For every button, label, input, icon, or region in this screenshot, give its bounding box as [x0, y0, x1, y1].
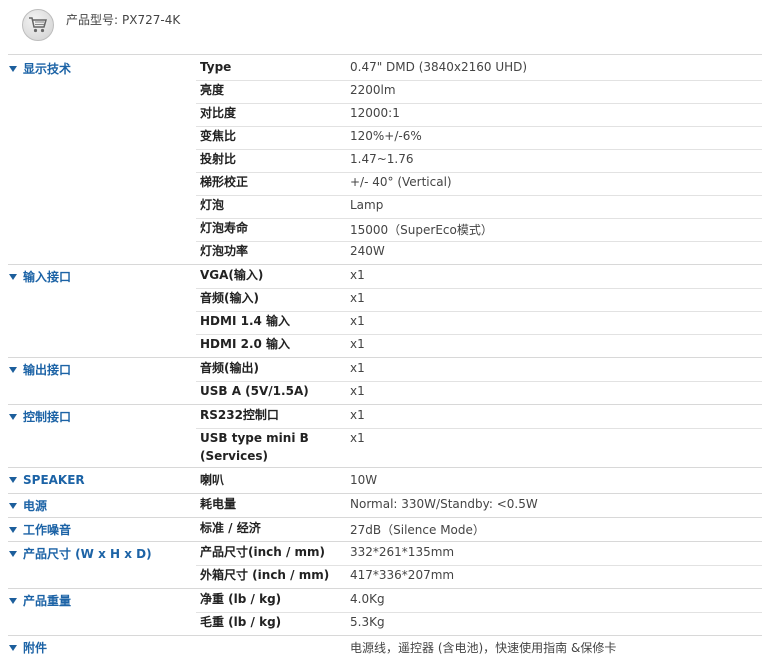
collapse-triangle-icon: [9, 413, 17, 420]
spec-value: x1: [350, 291, 365, 305]
category-name: 控制接口: [23, 410, 72, 424]
category-divider: [8, 357, 762, 358]
category-divider: [8, 493, 762, 494]
category-name: 电源: [23, 499, 48, 513]
collapse-triangle-icon: [9, 366, 17, 373]
category-9[interactable]: 附件: [8, 639, 47, 656]
collapse-triangle-icon: [9, 477, 17, 483]
spec-value: x1: [350, 431, 365, 445]
spec-value: x1: [350, 361, 365, 375]
spec-label: 亮度: [200, 83, 225, 97]
category-divider: [8, 588, 762, 589]
spec-label: 音频(输出): [200, 361, 259, 375]
category-name: 产品重量: [23, 594, 72, 608]
spec-value: +/- 40° (Vertical): [350, 175, 452, 189]
spec-value: x1: [350, 384, 365, 398]
spec-label: 喇叭: [200, 473, 225, 487]
spec-label: 标准 / 经济: [200, 521, 261, 535]
category-3[interactable]: 控制接口: [8, 408, 71, 425]
spec-label: 梯形校正: [200, 175, 249, 189]
spec-value: 1.47~1.76: [350, 152, 414, 166]
collapse-triangle-icon: [9, 526, 17, 533]
category-name: 显示技术: [23, 62, 72, 76]
category-divider: [8, 264, 762, 265]
spec-label: 灯泡寿命: [200, 221, 249, 235]
product-model: 产品型号: PX727-4K: [66, 11, 180, 28]
category-name: SPEAKER: [23, 473, 85, 487]
spec-value: 417*336*207mm: [350, 568, 455, 582]
spec-value: 5.3Kg: [350, 615, 385, 629]
spec-label: 变焦比: [200, 129, 237, 143]
spec-label: 投射比: [200, 152, 237, 166]
category-divider: [8, 635, 762, 636]
category-1[interactable]: 输入接口: [8, 268, 71, 285]
spec-label: VGA(输入): [200, 268, 264, 282]
spec-value: 2200lm: [350, 83, 396, 97]
spec-value: 10W: [350, 473, 378, 487]
spec-value: Normal: 330W/Standby: <0.5W: [350, 497, 538, 511]
shopping-cart-icon: [22, 9, 54, 41]
spec-value: 15000（SuperEco模式）: [350, 223, 493, 237]
collapse-triangle-icon: [9, 550, 17, 557]
spec-label: USB A (5V/1.5A): [200, 384, 309, 398]
spec-value: 4.0Kg: [350, 592, 385, 606]
spec-value: x1: [350, 337, 365, 351]
spec-label: 灯泡功率: [200, 244, 249, 258]
spec-label: 耗电量: [200, 497, 237, 511]
spec-label: RS232控制口: [200, 408, 279, 422]
category-divider: [8, 404, 762, 405]
spec-label: HDMI 1.4 输入: [200, 314, 291, 328]
product-model-value: PX727-4K: [122, 13, 181, 27]
spec-label: 产品尺寸(inch / mm): [200, 545, 326, 559]
collapse-triangle-icon: [9, 644, 17, 651]
spec-label: 外箱尺寸 (inch / mm): [200, 568, 330, 582]
category-6[interactable]: 工作噪音: [8, 521, 71, 538]
spec-value: 240W: [350, 244, 385, 258]
product-model-label: 产品型号:: [66, 13, 119, 27]
category-name: 产品尺寸 (W x H x D): [23, 547, 152, 561]
category-5[interactable]: 电源: [8, 497, 47, 514]
category-divider: [8, 541, 762, 542]
category-name: 输出接口: [23, 363, 72, 377]
spec-value: 0.47" DMD (3840x2160 UHD): [350, 60, 528, 74]
spec-label: HDMI 2.0 输入: [200, 337, 291, 351]
spec-label: Type: [200, 60, 232, 74]
collapse-triangle-icon: [9, 65, 17, 72]
table-top-divider: [8, 54, 762, 55]
category-8[interactable]: 产品重量: [8, 592, 71, 609]
collapse-triangle-icon: [9, 597, 17, 604]
category-divider: [8, 517, 762, 518]
spec-value: x1: [350, 268, 365, 282]
spec-label: 灯泡: [200, 198, 225, 212]
page-header: 产品型号: PX727-4K: [0, 0, 764, 54]
spec-value: 电源线，遥控器 (含电池)，快速使用指南 &保修卡: [350, 641, 617, 655]
spec-value: 27dB（Silence Mode）: [350, 523, 485, 537]
category-divider: [8, 467, 762, 468]
spec-label: 音频(输入): [200, 291, 259, 305]
collapse-triangle-icon: [9, 273, 17, 280]
collapse-triangle-icon: [9, 502, 17, 509]
category-0[interactable]: 显示技术: [8, 60, 71, 77]
category-name: 工作噪音: [23, 523, 72, 537]
spec-value: Lamp: [350, 198, 384, 212]
spec-label: USB type mini B (Services): [200, 431, 309, 463]
category-name: 附件: [23, 641, 48, 655]
category-name: 输入接口: [23, 270, 72, 284]
spec-label: 毛重 (lb / kg): [200, 615, 282, 629]
category-4[interactable]: SPEAKER: [8, 473, 85, 487]
spec-value: x1: [350, 408, 365, 422]
spec-label: 对比度: [200, 106, 237, 120]
category-2[interactable]: 输出接口: [8, 361, 71, 378]
spec-value: 12000:1: [350, 106, 400, 120]
category-7[interactable]: 产品尺寸 (W x H x D): [8, 545, 152, 562]
spec-value: 120%+/-6%: [350, 129, 422, 143]
spec-label: 净重 (lb / kg): [200, 592, 282, 606]
spec-value: 332*261*135mm: [350, 545, 455, 559]
spec-value: x1: [350, 314, 365, 328]
